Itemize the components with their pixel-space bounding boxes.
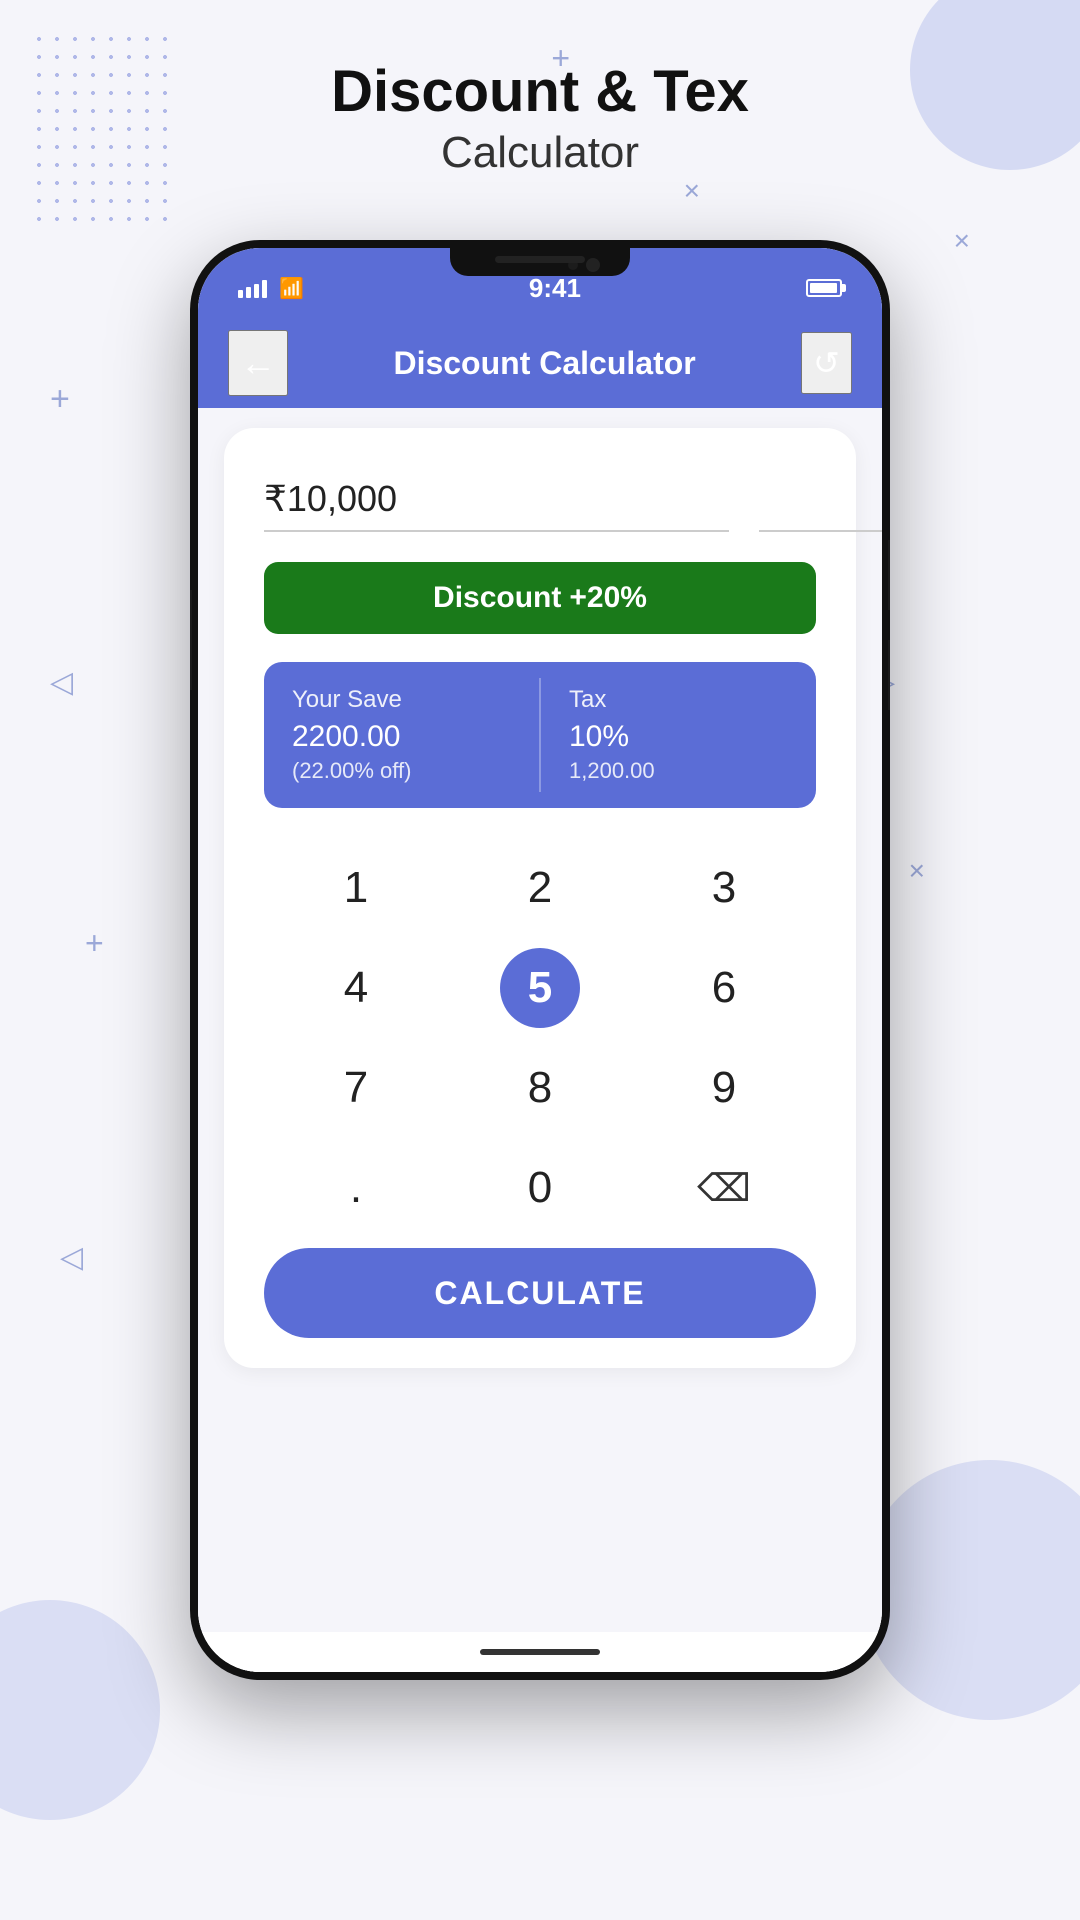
numpad-key-wrap-5: 5 xyxy=(448,938,632,1038)
numpad: 1 2 3 4 5 6 7 8 9. 0 ⌫ xyxy=(264,838,816,1238)
numpad-key-2[interactable]: 2 xyxy=(500,848,580,928)
numpad-key-8[interactable]: 8 xyxy=(500,1048,580,1128)
numpad-key-wrap-0: 0 xyxy=(448,1138,632,1238)
numpad-key-.[interactable]: . xyxy=(316,1148,396,1228)
numpad-key-wrap-1: 1 xyxy=(264,838,448,938)
bottom-bar xyxy=(198,1632,882,1672)
header-title: Discount Calculator xyxy=(393,345,695,382)
app-header: ← Discount Calculator ↺ xyxy=(198,318,882,408)
triangle-symbol-3: ◁ xyxy=(60,1240,83,1275)
home-indicator xyxy=(480,1649,600,1655)
battery-icon xyxy=(806,279,842,297)
numpad-key-wrap-3: 3 xyxy=(632,838,816,938)
your-save-amount: 2200.00 xyxy=(292,720,511,754)
calculate-button[interactable]: CALCULATE xyxy=(264,1248,816,1338)
phone-frame: 📶 9:41 ← Discount Calculator ↺ xyxy=(190,240,890,1680)
tax-input[interactable] xyxy=(759,468,882,532)
discount-label: Discount xyxy=(433,581,561,615)
numpad-key-wrap-7: 7 xyxy=(264,1038,448,1138)
your-save-label: Your Save xyxy=(292,686,511,714)
numpad-key-0[interactable]: 0 xyxy=(500,1148,580,1228)
numpad-key-7[interactable]: 7 xyxy=(316,1048,396,1128)
cross-symbol-1: × xyxy=(684,175,700,207)
input-row xyxy=(264,468,816,532)
cross-symbol-3: × xyxy=(909,855,925,887)
numpad-key-5[interactable]: 5 xyxy=(500,948,580,1028)
results-card: Your Save 2200.00 (22.00% off) Tax 10% 1… xyxy=(264,662,816,808)
numpad-key-wrap-.: . xyxy=(264,1138,448,1238)
numpad-key-4[interactable]: 4 xyxy=(316,948,396,1028)
battery-fill xyxy=(810,283,837,293)
tax-section: Tax 10% 1,200.00 xyxy=(541,662,816,808)
phone-screen: 📶 9:41 ← Discount Calculator ↺ xyxy=(198,248,882,1672)
numpad-key-wrap-6: 6 xyxy=(632,938,816,1038)
status-left: 📶 xyxy=(238,276,304,301)
numpad-key-⌫[interactable]: ⌫ xyxy=(684,1148,764,1228)
triangle-symbol-1: ◁ xyxy=(50,665,73,700)
numpad-key-wrap-4: 4 xyxy=(264,938,448,1038)
refresh-button[interactable]: ↺ xyxy=(801,332,852,394)
tax-percent-value: 10% xyxy=(569,720,788,754)
page-title-area: Discount & Tex Calculator xyxy=(0,60,1080,178)
numpad-key-6[interactable]: 6 xyxy=(684,948,764,1028)
scrollable-content: Discount +20% Your Save 2200.00 (22.00% … xyxy=(198,408,882,1672)
calculator-card: Discount +20% Your Save 2200.00 (22.00% … xyxy=(224,428,856,1368)
numpad-key-1[interactable]: 1 xyxy=(316,848,396,928)
numpad-key-wrap-⌫: ⌫ xyxy=(632,1138,816,1238)
price-input[interactable] xyxy=(264,468,729,532)
numpad-key-wrap-8: 8 xyxy=(448,1038,632,1138)
numpad-key-9[interactable]: 9 xyxy=(684,1048,764,1128)
your-save-section: Your Save 2200.00 (22.00% off) xyxy=(264,662,539,808)
bg-circle-bottom-right xyxy=(860,1460,1080,1720)
page-title-main: Discount & Tex xyxy=(0,60,1080,124)
your-save-percent: (22.00% off) xyxy=(292,758,511,784)
page-title-sub: Calculator xyxy=(0,128,1080,178)
tax-label: Tax xyxy=(569,686,788,714)
status-time: 9:41 xyxy=(529,273,581,304)
numpad-key-wrap-2: 2 xyxy=(448,838,632,938)
plus-symbol-3: + xyxy=(85,925,104,962)
plus-symbol-2: + xyxy=(50,380,70,419)
phone-inner: 📶 9:41 ← Discount Calculator ↺ xyxy=(198,248,882,1672)
status-right xyxy=(806,279,842,297)
discount-value: +20% xyxy=(569,581,647,615)
cross-symbol-2: × xyxy=(954,225,970,257)
back-button[interactable]: ← xyxy=(228,330,288,396)
signal-icon xyxy=(238,278,267,298)
discount-button[interactable]: Discount +20% xyxy=(264,562,816,634)
speaker-bar xyxy=(495,256,585,263)
numpad-key-wrap-9: 9 xyxy=(632,1038,816,1138)
backspace-icon: ⌫ xyxy=(697,1168,751,1210)
numpad-key-3[interactable]: 3 xyxy=(684,848,764,928)
wifi-icon: 📶 xyxy=(279,276,304,301)
tax-amount: 1,200.00 xyxy=(569,758,788,784)
bg-circle-bottom-left xyxy=(0,1600,160,1820)
